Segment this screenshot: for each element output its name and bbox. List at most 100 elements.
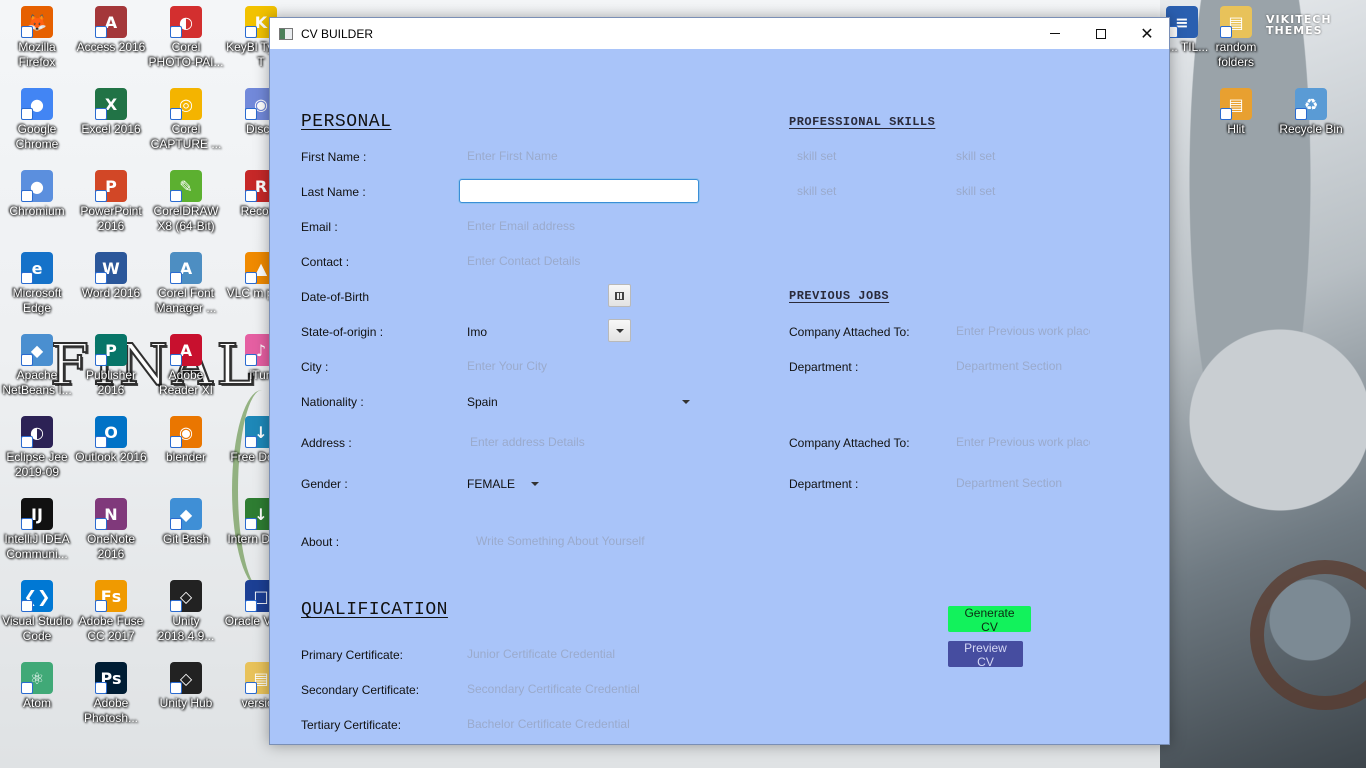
desktop-icon-label: Hlit bbox=[1227, 122, 1245, 136]
desktop-icon-powerpoint[interactable]: P PowerPoint 2016 bbox=[73, 170, 149, 234]
professional-skills-heading: PROFESSIONAL SKILLS bbox=[789, 115, 936, 129]
desktop-icon-publisher[interactable]: P Publisher 2016 bbox=[73, 334, 149, 398]
desktop-icon-unity-2018[interactable]: ◇ Unity 2018.4.9... bbox=[148, 580, 224, 644]
desktop-icon-label: Word 2016 bbox=[81, 286, 141, 300]
corel-photopaint-icon: ◐ bbox=[170, 6, 202, 38]
publisher-icon: P bbox=[95, 334, 127, 366]
netbeans-icon: ◆ bbox=[21, 334, 53, 366]
company-input-2[interactable] bbox=[948, 430, 1098, 454]
git-bash-icon: ◆ bbox=[170, 498, 202, 530]
desktop-icon-unity-hub[interactable]: ◇ Unity Hub bbox=[148, 662, 224, 711]
skill-input-1[interactable] bbox=[789, 144, 929, 168]
gender-chevron-down-icon[interactable] bbox=[531, 482, 539, 486]
secondary-certificate-input[interactable] bbox=[459, 677, 699, 701]
adobe-fuse-icon: Fs bbox=[95, 580, 127, 612]
maximize-button[interactable] bbox=[1078, 18, 1124, 49]
department-input-2[interactable] bbox=[948, 471, 1098, 495]
state-dropdown-button[interactable] bbox=[608, 319, 631, 342]
title-bar[interactable]: CV BUILDER ✕ bbox=[270, 18, 1169, 49]
address-input[interactable] bbox=[462, 430, 702, 454]
desktop-icon-git-bash[interactable]: ◆ Git Bash bbox=[148, 498, 224, 547]
tertiary-certificate-label: Tertiary Certificate: bbox=[301, 718, 402, 732]
desktop-icon-label: Google Chrome bbox=[15, 122, 59, 151]
chevron-down-icon bbox=[615, 328, 624, 333]
app-icon bbox=[279, 27, 293, 40]
vscode-icon: ❮❯ bbox=[21, 580, 53, 612]
desktop-icon-label: Apache NetBeans I... bbox=[2, 368, 72, 397]
desktop-icon-corel-capture[interactable]: ◎ Corel CAPTURE ... bbox=[148, 88, 224, 152]
desktop-icon-excel[interactable]: X Excel 2016 bbox=[73, 88, 149, 137]
last-name-input[interactable] bbox=[459, 179, 699, 203]
state-combo-value[interactable]: Imo bbox=[467, 325, 487, 339]
desktop-icon-corel-font-manager[interactable]: A Corel Font Manager ... bbox=[148, 252, 224, 316]
chromium-icon: ● bbox=[21, 170, 53, 202]
desktop-icon-onenote[interactable]: N OneNote 2016 bbox=[73, 498, 149, 562]
gender-label: Gender : bbox=[301, 477, 348, 491]
blender-icon: ◉ bbox=[170, 416, 202, 448]
desktop-icon-label: Adobe Fuse CC 2017 bbox=[78, 614, 144, 643]
last-name-label: Last Name : bbox=[301, 185, 366, 199]
desktop-icon-access[interactable]: A Access 2016 bbox=[73, 6, 149, 55]
desktop-icon-corel-photopaint[interactable]: ◐ Corel PHOTO-PAI... bbox=[148, 6, 224, 70]
desktop-icon-word[interactable]: W Word 2016 bbox=[73, 252, 149, 301]
corel-font-manager-icon: A bbox=[170, 252, 202, 284]
window-title: CV BUILDER bbox=[301, 26, 374, 41]
desktop-icon-blender[interactable]: ◉ blender bbox=[148, 416, 224, 465]
preview-cv-button[interactable]: Preview CV bbox=[948, 641, 1023, 669]
date-picker-button[interactable] bbox=[608, 284, 631, 307]
desktop-icon-eclipse[interactable]: ◐ Eclipse Jee 2019-09 bbox=[0, 416, 75, 480]
outlook-icon: O bbox=[95, 416, 127, 448]
nationality-combo-value[interactable]: Spain bbox=[467, 395, 498, 409]
close-button[interactable]: ✕ bbox=[1124, 18, 1169, 49]
tertiary-certificate-input[interactable] bbox=[459, 712, 699, 736]
desktop-icon-adobe-fuse[interactable]: Fs Adobe Fuse CC 2017 bbox=[73, 580, 149, 644]
chrome-icon: ● bbox=[21, 88, 53, 120]
word-icon: W bbox=[95, 252, 127, 284]
desktop-icon-photoshop[interactable]: Ps Adobe Photosh... bbox=[73, 662, 149, 726]
eclipse-icon: ◐ bbox=[21, 416, 53, 448]
access-icon: A bbox=[95, 6, 127, 38]
desktop-icon-outlook[interactable]: O Outlook 2016 bbox=[73, 416, 149, 465]
city-input[interactable] bbox=[459, 354, 699, 378]
desktop-icon-coreldraw[interactable]: ✎ CorelDRAW X8 (64-Bit) bbox=[148, 170, 224, 234]
desktop-icon-random-folders[interactable]: ▤ random folders bbox=[1198, 6, 1274, 70]
desktop-icon-vscode[interactable]: ❮❯ Visual Studio Code bbox=[0, 580, 75, 644]
nationality-chevron-down-icon[interactable] bbox=[682, 400, 690, 404]
desktop-icon-chromium[interactable]: ● Chromium bbox=[0, 170, 75, 219]
desktop-icon-label: Chromium bbox=[9, 204, 65, 218]
contact-input[interactable] bbox=[459, 249, 699, 273]
about-label: About : bbox=[301, 535, 340, 549]
desktop-icon-intellij[interactable]: IJ IntelliJ IDEA Communi... bbox=[0, 498, 75, 562]
dob-input[interactable] bbox=[459, 284, 604, 308]
desktop-icon-adobe-reader[interactable]: A Adobe Reader XI bbox=[148, 334, 224, 398]
minimize-button[interactable] bbox=[1032, 18, 1078, 49]
about-input[interactable] bbox=[468, 529, 728, 553]
desktop-icon-firefox[interactable]: 🦊 Mozilla Firefox bbox=[0, 6, 75, 70]
desktop-icon-hlit[interactable]: ▤ Hlit bbox=[1198, 88, 1274, 137]
coreldraw-icon: ✎ bbox=[170, 170, 202, 202]
nationality-label: Nationality : bbox=[301, 395, 364, 409]
company-input-1[interactable] bbox=[948, 319, 1098, 343]
gender-combo-value[interactable]: FEMALE bbox=[467, 477, 515, 491]
skill-input-2[interactable] bbox=[948, 144, 1088, 168]
email-input[interactable] bbox=[459, 214, 699, 238]
desktop-icon-netbeans[interactable]: ◆ Apache NetBeans I... bbox=[0, 334, 75, 398]
minimize-icon bbox=[1050, 33, 1060, 34]
primary-certificate-input[interactable] bbox=[459, 642, 699, 666]
personal-heading: PERSONAL bbox=[301, 112, 392, 132]
desktop-icon-edge[interactable]: e Microsoft Edge bbox=[0, 252, 75, 316]
skill-input-3[interactable] bbox=[789, 179, 929, 203]
adobe-reader-icon: A bbox=[170, 334, 202, 366]
desktop-icon-label: Excel 2016 bbox=[81, 122, 141, 136]
desktop-icon-chrome[interactable]: ● Google Chrome bbox=[0, 88, 75, 152]
skill-input-4[interactable] bbox=[948, 179, 1088, 203]
unity-2018-icon: ◇ bbox=[170, 580, 202, 612]
desktop-icon-label: Visual Studio Code bbox=[2, 614, 72, 643]
cv-builder-window: CV BUILDER ✕ PERSONAL First Name : Last … bbox=[269, 17, 1170, 745]
desktop-icon-recycle-bin[interactable]: ♻ Recycle Bin bbox=[1273, 88, 1349, 137]
desktop-icon-atom[interactable]: ⚛ Atom bbox=[0, 662, 75, 711]
generate-cv-button[interactable]: Generate CV bbox=[948, 606, 1031, 634]
first-name-input[interactable] bbox=[459, 144, 699, 168]
department-input-1[interactable] bbox=[948, 354, 1098, 378]
intellij-icon: IJ bbox=[21, 498, 53, 530]
